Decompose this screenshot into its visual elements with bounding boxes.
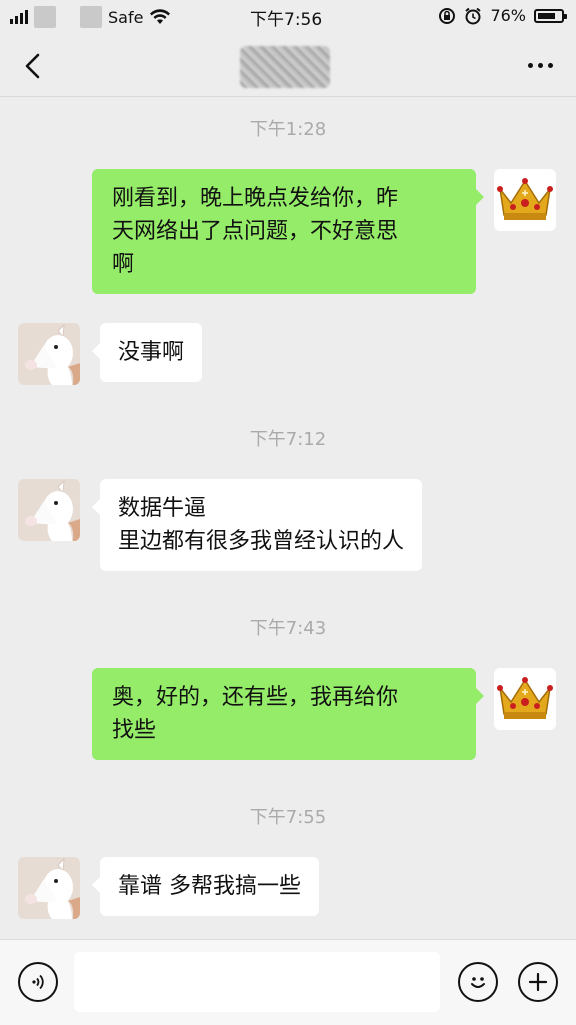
more-button[interactable] — [520, 50, 560, 80]
redacted-block — [80, 6, 102, 28]
redacted-block — [34, 6, 56, 28]
status-bar: Safe 下午7:56 76% — [0, 0, 576, 34]
incoming-message[interactable]: 靠谱 多帮我搞一些 — [92, 857, 319, 916]
more-horizontal-icon — [527, 62, 533, 68]
contact-avatar[interactable] — [18, 857, 80, 919]
battery-fill — [538, 12, 555, 19]
add-button[interactable] — [518, 962, 558, 1002]
timestamp: 下午7:55 — [249, 807, 327, 828]
outgoing-message[interactable]: 刚看到，晚上晚点发给你，昨 天网络出了点问题，不好意思 啊 — [92, 169, 484, 294]
voice-icon — [32, 974, 44, 990]
outgoing-message[interactable]: 奥，好的，还有些，我再给你 找些 — [92, 668, 484, 760]
emoji-button[interactable] — [458, 962, 498, 1002]
emoji-icon — [471, 977, 485, 988]
contact-name-redacted — [240, 46, 330, 88]
timestamp: 下午7:43 — [249, 618, 327, 639]
incoming-message[interactable]: 没事啊 — [91, 323, 203, 382]
back-button[interactable] — [16, 48, 52, 84]
chevron-left-icon — [25, 53, 40, 79]
timestamp: 下午7:12 — [249, 429, 327, 450]
voice-button[interactable] — [18, 962, 58, 1002]
my-avatar[interactable] — [494, 169, 556, 231]
timestamp: 下午1:28 — [249, 119, 327, 140]
carrier-text: Safe — [108, 7, 144, 27]
signal-icon — [10, 10, 28, 24]
wifi-icon — [150, 9, 171, 24]
battery-percent: 76% — [490, 6, 526, 25]
dog-avatar-icon — [18, 323, 80, 385]
rotation-lock-icon — [439, 7, 456, 24]
dog-avatar-icon — [18, 857, 80, 919]
incoming-message[interactable]: 数据牛逼 里边都有很多我曾经认识的人 — [91, 479, 423, 571]
message-list[interactable]: 下午1:28 刚看到，晚上晚点发给你，昨 天网络出了点问题，不好意思 啊 没事啊… — [0, 97, 576, 939]
my-avatar[interactable] — [494, 668, 556, 730]
nav-bar — [0, 34, 576, 97]
status-time: 下午7:56 — [250, 10, 323, 30]
contact-avatar[interactable] — [18, 479, 80, 541]
alarm-icon — [465, 7, 482, 24]
contact-avatar[interactable] — [18, 323, 80, 385]
input-bar — [0, 939, 576, 1025]
dog-avatar-icon — [18, 479, 80, 541]
crown-icon — [497, 178, 553, 220]
battery-icon — [534, 8, 567, 23]
message-input[interactable] — [74, 952, 440, 1012]
plus-icon — [528, 972, 548, 992]
crown-icon — [497, 677, 553, 719]
